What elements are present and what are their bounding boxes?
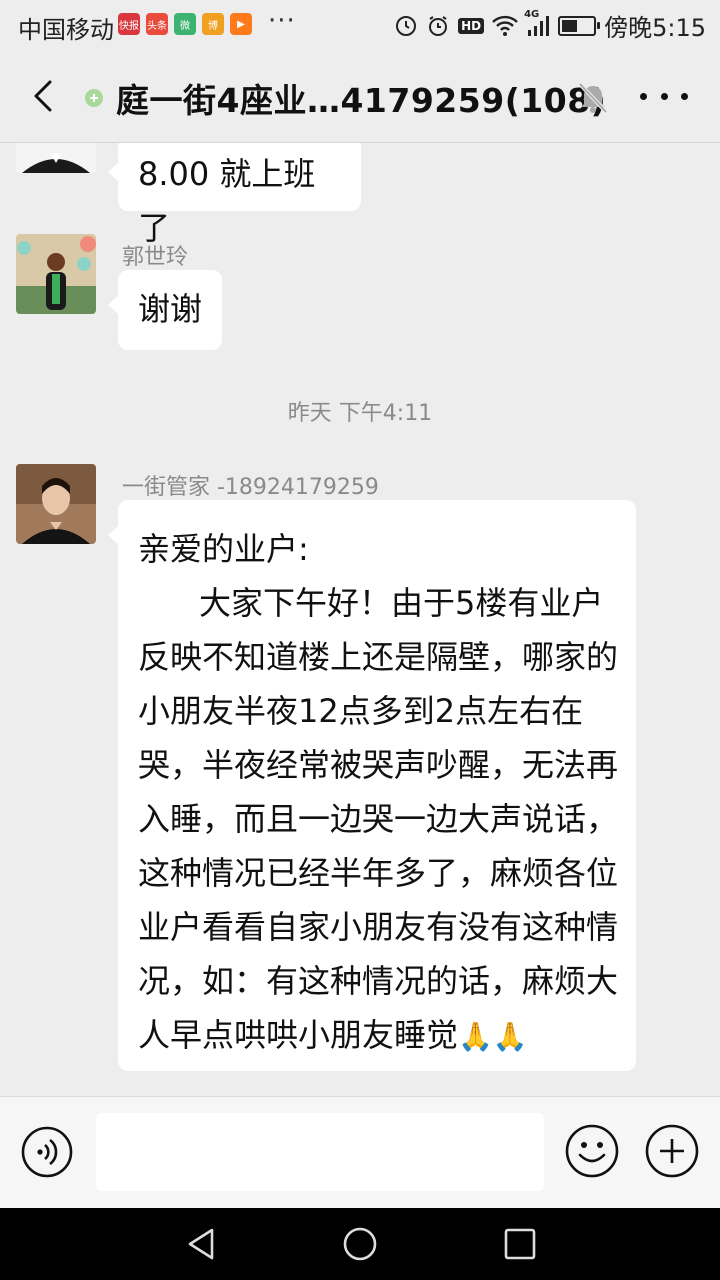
weibo-app-icon: 博 <box>202 13 224 35</box>
chat-header: 庭一街4座业…4179259(108) <box>0 50 720 143</box>
clock: 傍晚5:15 <box>604 14 706 42</box>
more-options-icon[interactable] <box>640 76 688 116</box>
video-app-icon: ▶ <box>230 13 252 35</box>
back-arrow-icon[interactable] <box>24 76 64 116</box>
wifi-icon <box>492 15 518 37</box>
sync-icon <box>394 14 418 38</box>
mute-bell-icon <box>578 82 608 114</box>
system-navigation-bar <box>0 1208 720 1280</box>
pray-emoji-icon: 🙏🙏 <box>458 1020 528 1053</box>
signal-icon: 4G <box>524 9 550 37</box>
avatar[interactable] <box>16 234 96 314</box>
avatar[interactable] <box>16 464 96 544</box>
chat-title: 庭一街4座业…4179259(108) <box>116 81 607 120</box>
input-bar <box>0 1096 720 1209</box>
app-icon: 微 <box>174 13 196 35</box>
status-bar: 中国移动 快报 头条 微 博 ▶ ··· HD 4G 傍晚5:15 <box>0 0 720 50</box>
more-notifications-icon: ··· <box>268 6 296 36</box>
toutiao-app-icon: 头条 <box>146 13 168 35</box>
message-bubble[interactable]: 8.00 就上班了 <box>108 143 361 247</box>
sender-name: 郭世玲 <box>122 245 189 270</box>
sender-name: 一街管家 -18924179259 <box>122 475 379 500</box>
timestamp-divider: 昨天 下午4:11 <box>287 401 433 426</box>
plus-icon[interactable] <box>644 1123 700 1179</box>
emoji-icon[interactable] <box>564 1123 620 1179</box>
message-bubble[interactable]: 谢谢 <box>108 270 222 350</box>
system-home-icon[interactable] <box>340 1224 380 1264</box>
message-input[interactable] <box>96 1113 544 1191</box>
group-badge-icon <box>85 89 103 107</box>
message-text: 谢谢 <box>138 290 203 328</box>
system-recents-icon[interactable] <box>500 1224 540 1264</box>
hd-voice-icon: HD <box>458 17 485 34</box>
notification-app-icons: 快报 头条 微 博 ▶ <box>118 13 252 35</box>
message-text: 亲爱的业户: 大家下午好！由于5楼有业户反映不知道楼上还是隔壁，哪家的小朋友半夜… <box>138 530 619 1054</box>
chat-title-group[interactable]: 庭一街4座业…4179259(108) <box>82 74 606 122</box>
carrier-name: 中国移动 <box>18 16 114 44</box>
message-list[interactable]: 8.00 就上班了 郭世玲 谢谢 昨天 下午4:11 一街管家 -1892417… <box>0 143 720 1096</box>
battery-icon <box>558 15 601 36</box>
alarm-icon <box>426 14 450 38</box>
message-bubble[interactable]: 亲爱的业户: 大家下午好！由于5楼有业户反映不知道楼上还是隔壁，哪家的小朋友半夜… <box>108 500 636 1071</box>
avatar[interactable] <box>16 143 96 173</box>
voice-input-icon[interactable] <box>20 1125 74 1179</box>
network-type: 4G <box>524 8 540 20</box>
message-text: 8.00 就上班了 <box>138 155 316 247</box>
status-indicators: HD 4G 傍晚5:15 <box>394 8 706 43</box>
system-back-icon[interactable] <box>182 1224 222 1264</box>
news-app-icon: 快报 <box>118 13 140 35</box>
